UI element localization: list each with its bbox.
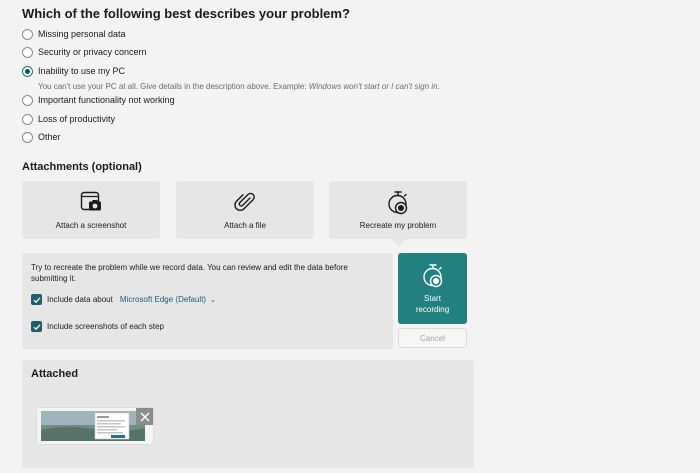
recording-instructions: Try to recreate the problem while we rec… [31,263,348,283]
close-icon [140,412,149,421]
card-label: Attach a file [224,221,266,230]
option-label: Other [38,132,61,142]
card-label: Attach a screenshot [55,221,127,230]
attachments-title: Attachments (optional) [22,161,142,173]
checkbox-checked[interactable] [31,294,42,305]
checkmark-icon [33,323,40,330]
option-label: Important functionality not working [38,95,175,105]
include-screenshots-label: Include screenshots of each step [47,322,164,331]
start-recording-button[interactable]: Start recording [398,253,467,324]
option-label: Missing personal data [38,29,126,39]
attach-file-button[interactable]: Attach a file [176,181,314,239]
radio-button[interactable] [22,46,33,58]
start-recording-label: Start recording [415,294,450,314]
cancel-button[interactable]: Cancel [398,328,467,348]
recreate-problem-button[interactable]: Recreate my problem [329,181,467,239]
radio-button[interactable] [22,28,33,40]
card-pointer [391,238,407,247]
screenshot-icon [22,190,160,216]
stopwatch-record-icon [329,190,467,216]
option-label: Security or privacy concern [38,47,147,57]
include-data-checkbox-row[interactable]: Include data about Microsoft Edge (Defau… [31,294,216,305]
option-missing-personal-data[interactable]: Missing personal data [22,26,126,42]
include-screenshots-checkbox-row[interactable]: Include screenshots of each step [31,321,164,332]
card-label: Recreate my problem [359,221,437,230]
paperclip-icon [176,190,314,216]
browser-dropdown[interactable]: Microsoft Edge (Default) [120,295,206,304]
include-data-label: Include data about [47,295,113,304]
option-security-privacy[interactable]: Security or privacy concern [22,44,147,60]
hint-example: Windows won't start or I can't sign in. [308,82,440,91]
option-hint: You can't use your PC at all. Give detai… [38,82,440,91]
option-other[interactable]: Other [22,129,61,145]
option-loss-of-productivity[interactable]: Loss of productivity [22,111,115,127]
checkmark-icon [33,296,40,303]
option-label: Loss of productivity [38,114,116,124]
checkbox-checked[interactable] [31,321,42,332]
stopwatch-record-icon [398,263,467,289]
option-inability-to-use-pc[interactable]: Inability to use my PC [22,63,125,79]
option-label: Inability to use my PC [38,66,126,76]
chevron-down-icon[interactable]: ⌄ [210,296,216,304]
radio-button[interactable] [22,131,33,143]
question-heading: Which of the following best describes yo… [22,6,350,21]
radio-button-selected[interactable] [22,65,33,77]
radio-button[interactable] [22,94,33,106]
radio-button[interactable] [22,113,33,125]
hint-text: You can't use your PC at all. Give detai… [38,82,309,91]
option-important-functionality[interactable]: Important functionality not working [22,92,175,108]
remove-attachment-button[interactable] [136,408,153,425]
attached-title: Attached [31,368,79,380]
attach-screenshot-button[interactable]: Attach a screenshot [22,181,160,239]
